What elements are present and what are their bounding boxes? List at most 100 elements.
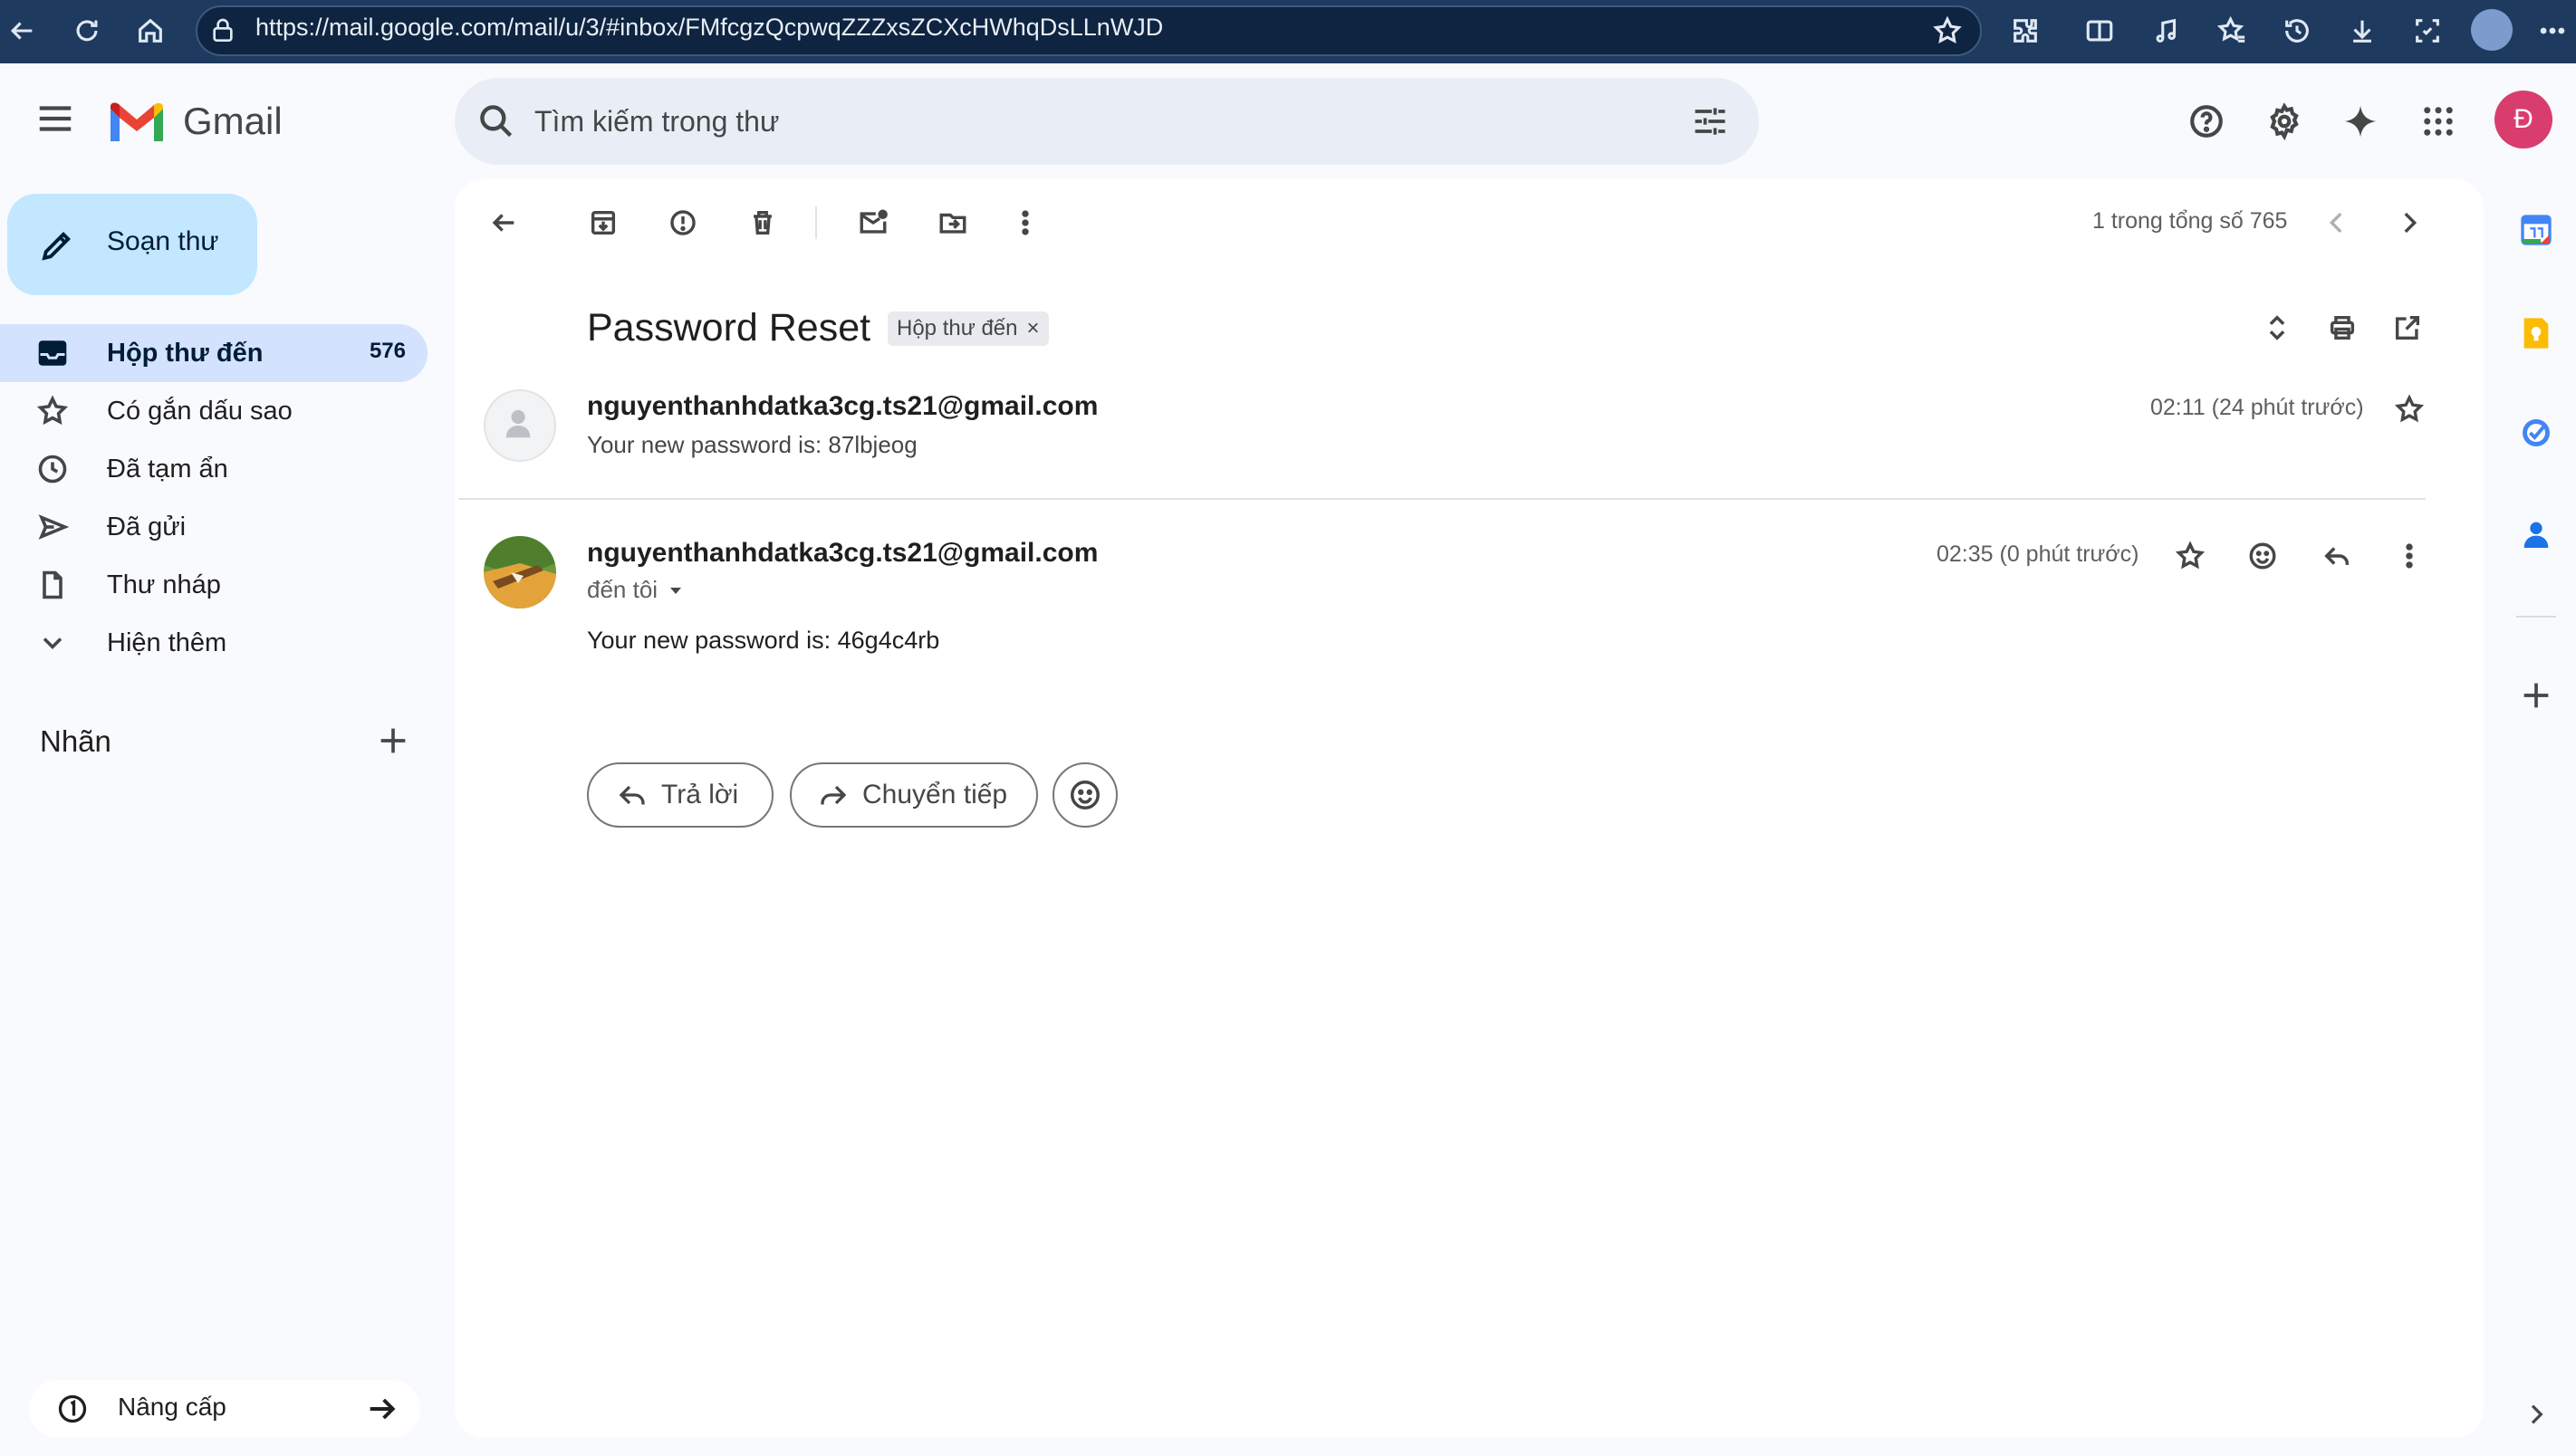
help-icon[interactable]	[2179, 94, 2234, 148]
chevron-down-icon	[36, 627, 69, 659]
keep-notes-icon[interactable]	[2513, 310, 2560, 357]
sidebar-item-sent[interactable]: Đã gửi	[0, 498, 428, 556]
print-icon[interactable]	[2317, 302, 2368, 353]
split-screen-icon[interactable]	[2080, 11, 2119, 51]
sender-avatar-placeholder	[484, 389, 556, 462]
pagination-text: 1 trong tổng số 765	[2092, 208, 2288, 234]
side-panel-divider	[2516, 616, 2556, 618]
star-message-icon[interactable]	[2165, 531, 2216, 581]
archive-icon[interactable]	[578, 197, 629, 248]
show-side-panel-chevron-icon[interactable]	[2513, 1391, 2560, 1438]
emoji-reaction-button[interactable]	[1053, 762, 1118, 828]
favorites-icon[interactable]	[2212, 11, 2252, 51]
pencil-icon	[38, 226, 76, 264]
sidebar-item-label: Đã gửi	[107, 512, 187, 541]
back-to-inbox-icon[interactable]	[478, 197, 529, 248]
google-apps-icon[interactable]	[2411, 94, 2465, 148]
reply-button[interactable]: Trả lời	[587, 762, 774, 828]
report-spam-icon[interactable]	[658, 197, 708, 248]
emoji-react-icon[interactable]	[2237, 531, 2288, 581]
mark-unread-icon[interactable]	[848, 197, 899, 248]
inbox-icon	[36, 337, 69, 369]
message-more-icon[interactable]	[2384, 531, 2435, 581]
sidebar-item-snoozed[interactable]: Đã tạm ẩn	[0, 440, 428, 498]
star-message-icon[interactable]	[2384, 384, 2435, 435]
upgrade-label: Nâng cấp	[118, 1393, 226, 1421]
move-to-folder-icon[interactable]	[928, 197, 978, 248]
tasks-icon[interactable]	[2513, 409, 2560, 456]
chip-remove-icon[interactable]: ×	[1027, 316, 1040, 341]
extensions-icon[interactable]	[2005, 11, 2045, 51]
media-icon[interactable]	[2147, 11, 2187, 51]
reply-icon[interactable]	[2312, 531, 2362, 581]
send-icon	[36, 511, 69, 543]
message-time: 02:35 (0 phút trước)	[1937, 541, 2139, 567]
recipient-text: đến tôi	[587, 576, 658, 603]
settings-gear-icon[interactable]	[2257, 94, 2312, 148]
sidebar-item-inbox[interactable]: Hộp thư đến 576	[0, 324, 428, 382]
message-snippet[interactable]: Your new password is: 87lbjeog	[587, 431, 918, 459]
browser-more-icon[interactable]	[2533, 11, 2572, 51]
open-new-window-icon[interactable]	[2382, 302, 2433, 353]
lock-icon[interactable]	[208, 16, 237, 45]
sidebar-item-more[interactable]: Hiện thêm	[0, 614, 428, 672]
screenshot-icon[interactable]	[2408, 11, 2447, 51]
recipient-dropdown[interactable]: đến tôi	[587, 576, 687, 604]
star-icon	[36, 395, 69, 427]
caret-down-icon	[665, 580, 687, 601]
message-time: 02:11 (24 phút trước)	[2150, 395, 2364, 420]
email-subject: Password Reset	[587, 306, 871, 350]
forward-button[interactable]: Chuyển tiếp	[790, 762, 1038, 828]
forward-label: Chuyển tiếp	[862, 780, 1008, 809]
more-actions-icon[interactable]	[1000, 197, 1051, 248]
message-divider	[458, 498, 2426, 500]
sender-avatar[interactable]	[484, 536, 556, 608]
gmail-wordmark[interactable]: Gmail	[183, 98, 283, 145]
calendar-icon[interactable]	[2513, 206, 2560, 254]
browser-refresh-icon[interactable]	[67, 11, 107, 51]
smiley-icon	[1068, 778, 1102, 812]
sidebar-item-label: Hộp thư đến	[107, 339, 264, 368]
main-menu-icon[interactable]	[34, 98, 76, 139]
upgrade-info-icon	[56, 1393, 89, 1425]
delete-trash-icon[interactable]	[737, 197, 788, 248]
get-addons-plus-icon[interactable]	[2513, 672, 2560, 719]
clock-icon	[36, 453, 69, 485]
expand-all-icon[interactable]	[2252, 302, 2302, 353]
sidebar-item-label: Có gắn dấu sao	[107, 397, 293, 426]
forward-arrow-icon	[817, 779, 850, 811]
arrow-right-icon	[362, 1391, 402, 1427]
message-sender[interactable]: nguyenthanhdatka3cg.ts21@gmail.com	[587, 538, 1098, 569]
draft-file-icon	[36, 569, 69, 601]
url-text[interactable]: https://mail.google.com/mail/u/3/#inbox/…	[255, 11, 1163, 43]
sidebar-item-drafts[interactable]: Thư nháp	[0, 556, 428, 614]
toolbar-divider	[815, 206, 817, 239]
browser-home-icon[interactable]	[130, 11, 170, 51]
newer-chevron-left-icon[interactable]	[2312, 197, 2362, 248]
add-label-icon[interactable]	[375, 723, 411, 759]
chip-label: Hộp thư đến	[897, 316, 1018, 340]
reply-label: Trả lời	[661, 780, 739, 809]
gmail-logo-icon[interactable]	[107, 100, 167, 145]
browser-profile-avatar[interactable]	[2471, 9, 2513, 51]
search-options-icon[interactable]	[1690, 101, 1730, 141]
download-icon[interactable]	[2342, 11, 2382, 51]
unread-count: 576	[369, 339, 406, 363]
sidebar-item-label: Hiện thêm	[107, 628, 227, 657]
message-body: Your new password is: 46g4c4rb	[587, 627, 940, 654]
sidebar-item-label: Đã tạm ẩn	[107, 455, 228, 484]
history-icon[interactable]	[2277, 11, 2317, 51]
search-input[interactable]: Tìm kiếm trong thư	[534, 103, 779, 139]
reply-arrow-icon	[616, 779, 649, 811]
account-avatar[interactable]: Đ	[2494, 91, 2552, 148]
sidebar-item-label: Thư nháp	[107, 570, 221, 599]
contacts-icon[interactable]	[2513, 511, 2560, 558]
gemini-sparkle-icon[interactable]	[2333, 94, 2388, 148]
sidebar-item-starred[interactable]: Có gắn dấu sao	[0, 382, 428, 440]
favorite-star-icon[interactable]	[1927, 11, 1967, 51]
inbox-label-chip[interactable]: Hộp thư đến ×	[888, 311, 1049, 346]
search-icon[interactable]	[476, 101, 516, 141]
browser-back-icon[interactable]	[2, 11, 42, 51]
older-chevron-right-icon[interactable]	[2384, 197, 2435, 248]
message-sender[interactable]: nguyenthanhdatka3cg.ts21@gmail.com	[587, 391, 1098, 422]
